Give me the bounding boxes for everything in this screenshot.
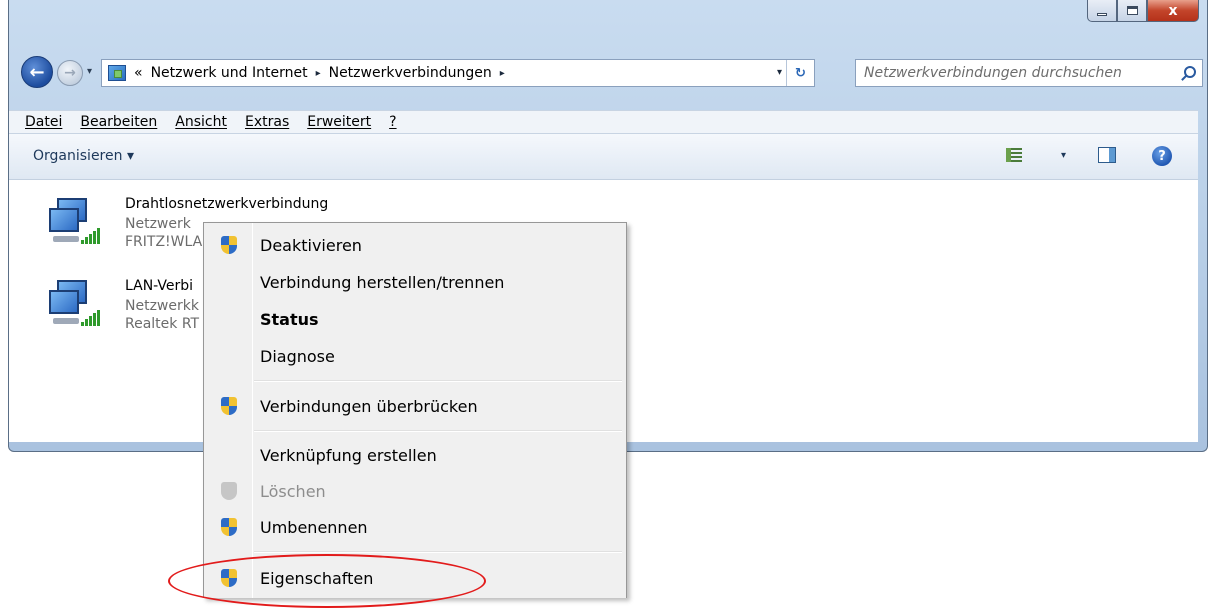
uac-shield-icon [220,235,238,255]
menu-item-verbindung-herstellen[interactable]: Verbindung herstellen/trennen [204,266,624,298]
minimize-button[interactable] [1087,0,1117,22]
uac-shield-icon [220,396,238,416]
navigation-row: ← → ▾ « Netzwerk und Internet ▸ Netzwerk… [17,56,1203,90]
connection-status: Netzwerk [125,216,191,232]
breadcrumb-separator-icon[interactable]: ▸ [500,68,505,79]
window-controls: x [1087,0,1199,24]
menu-help[interactable]: ? [389,114,396,130]
organize-button[interactable]: Organisieren ▾ [33,148,134,164]
menu-separator [254,430,622,432]
connection-device: FRITZ!WLA [125,234,203,250]
menu-item-label: Verbindungen überbrücken [260,396,478,416]
forward-button[interactable]: → [57,60,83,86]
recent-pages-dropdown[interactable]: ▾ [87,66,92,77]
menu-item-label: Umbenennen [260,517,368,537]
connection-name: Drahtlosnetzwerkverbindung [125,196,329,212]
menu-item-label: Löschen [260,481,326,501]
connection-name: LAN-Verbi [125,278,194,294]
command-bar: Organisieren ▾ ▾ ? [9,134,1198,180]
breadcrumb-network-internet[interactable]: Netzwerk und Internet [151,65,308,81]
view-dropdown-icon[interactable]: ▾ [1061,150,1066,161]
signal-strength-icon [81,310,100,326]
maximize-icon [1126,6,1138,15]
menu-item-diagnose[interactable]: Diagnose [204,340,624,372]
menu-item-verknuepfung-erstellen[interactable]: Verknüpfung erstellen [204,439,624,471]
breadcrumb-separator-icon[interactable]: ▸ [316,68,321,79]
menu-separator [254,380,622,382]
menu-datei[interactable]: Datei [25,114,62,130]
back-arrow-icon: ← [29,61,45,83]
preview-pane-icon[interactable] [1098,147,1116,163]
title-bar[interactable]: x [9,0,1207,48]
search-icon[interactable] [1184,66,1196,78]
back-button[interactable]: ← [21,56,53,88]
menu-item-label: Verknüpfung erstellen [260,445,437,465]
menu-item-label: Diagnose [260,346,335,366]
menu-separator [254,551,622,553]
breadcrumb-network-connections[interactable]: Netzwerkverbindungen [329,65,492,81]
menu-item-loeschen: Löschen [204,475,624,507]
menu-item-label: Deaktivieren [260,235,362,255]
network-adapter-icon [45,280,101,336]
menu-ansicht[interactable]: Ansicht [175,114,227,130]
network-adapter-icon [45,198,101,254]
context-menu: Deaktivieren Verbindung herstellen/trenn… [203,222,627,598]
connection-device: Realtek RT [125,316,200,332]
network-folder-icon [108,65,126,81]
menu-item-umbenennen[interactable]: Umbenennen [204,511,624,543]
change-view-icon[interactable] [1006,148,1022,162]
search-input[interactable] [864,65,1164,81]
refresh-button[interactable]: ↻ [786,60,814,86]
menu-item-label: Verbindung herstellen/trennen [260,272,505,292]
menu-item-verbindungen-ueberbruecken[interactable]: Verbindungen überbrücken [204,390,624,422]
close-icon: x [1168,2,1178,19]
menu-bearbeiten[interactable]: Bearbeiten [80,114,157,130]
menu-bar: Datei Bearbeiten Ansicht Extras Erweiter… [9,110,1198,134]
uac-shield-icon [220,517,238,537]
minimize-icon [1097,12,1107,16]
forward-arrow-icon: → [64,65,76,81]
highlight-ellipse [168,554,486,608]
connection-status: Netzwerkk [125,298,199,314]
help-icon: ? [1158,148,1166,164]
menu-extras[interactable]: Extras [245,114,289,130]
menu-item-deaktivieren[interactable]: Deaktivieren [204,229,624,261]
address-dropdown-icon[interactable]: ▾ [777,67,782,78]
close-button[interactable]: x [1147,0,1199,22]
breadcrumb-overflow[interactable]: « [134,65,143,81]
menu-erweitert[interactable]: Erweitert [307,114,371,130]
refresh-icon: ↻ [795,65,806,81]
help-button[interactable]: ? [1152,146,1172,166]
maximize-button[interactable] [1117,0,1147,22]
uac-shield-icon [220,481,238,501]
menu-item-status[interactable]: Status [204,303,624,335]
menu-item-label: Status [260,309,319,329]
search-box[interactable] [855,59,1203,87]
address-bar[interactable]: « Netzwerk und Internet ▸ Netzwerkverbin… [101,59,815,87]
signal-strength-icon [81,228,100,244]
